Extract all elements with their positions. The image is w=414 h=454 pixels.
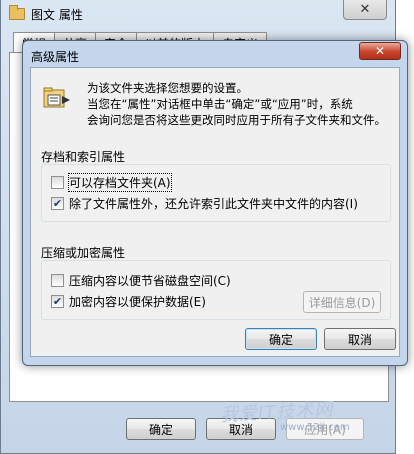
- description-line: 当您在“属性”对话框中单击“确定”或“应用”时，系统: [87, 97, 353, 111]
- folder-icon: [9, 5, 25, 20]
- archive-index-group-label: 存档和索引属性: [41, 150, 126, 164]
- compress-encrypt-group-label: 压缩或加密属性: [41, 246, 126, 260]
- details-button[interactable]: 详细信息(D): [303, 291, 381, 313]
- index-option-label: 除了文件属性外，还允许索引此文件夹中文件的内容(I): [69, 197, 358, 211]
- compress-option[interactable]: 压缩内容以便节省磁盘空间(C): [51, 272, 231, 289]
- dialog-close-button[interactable]: ✕: [359, 42, 401, 60]
- index-checkbox[interactable]: ✔: [51, 197, 64, 210]
- index-option[interactable]: ✔ 除了文件属性外，还允许索引此文件夹中文件的内容(I): [51, 195, 358, 212]
- archive-checkbox[interactable]: [51, 176, 64, 189]
- close-icon: ✕: [359, 2, 371, 17]
- dialog-title: 高级属性: [31, 50, 80, 64]
- encrypt-checkbox[interactable]: ✔: [51, 295, 64, 308]
- archive-index-group: [41, 164, 391, 222]
- watermark-url: www.52ij.com: [280, 422, 350, 433]
- description-line: 会询问您是否将这些更改同时应用于所有子文件夹和文件。: [87, 113, 386, 127]
- folder-settings-icon: [43, 87, 70, 108]
- window-close-button[interactable]: ✕: [343, 0, 387, 20]
- window-title: 图文 属性: [31, 7, 83, 22]
- encrypt-option[interactable]: ✔ 加密内容以便保护数据(E): [51, 293, 206, 310]
- ok-button[interactable]: 确定: [126, 418, 196, 440]
- window-titlebar: 图文 属性: [9, 4, 83, 24]
- advanced-attributes-dialog: 高级属性 ✕ 为该文件夹选择您想要的设置。 当您在“属性”对话框中单击“确定”或…: [22, 40, 408, 366]
- dialog-body: 为该文件夹选择您想要的设置。 当您在“属性”对话框中单击“确定”或“应用”时，系…: [30, 67, 400, 357]
- archive-option-label: 可以存档文件夹(A): [68, 173, 172, 192]
- dialog-description: 为该文件夹选择您想要的设置。 当您在“属性”对话框中单击“确定”或“应用”时，系…: [87, 80, 397, 128]
- compress-option-label: 压缩内容以便节省磁盘空间(C): [69, 274, 231, 288]
- dialog-cancel-button[interactable]: 取消: [324, 328, 396, 350]
- dialog-ok-button[interactable]: 确定: [245, 328, 317, 350]
- description-line: 为该文件夹选择您想要的设置。: [87, 81, 248, 95]
- close-icon: ✕: [374, 44, 386, 58]
- compress-checkbox[interactable]: [51, 274, 64, 287]
- encrypt-option-label: 加密内容以便保护数据(E): [69, 295, 206, 309]
- archive-option[interactable]: 可以存档文件夹(A): [51, 173, 172, 192]
